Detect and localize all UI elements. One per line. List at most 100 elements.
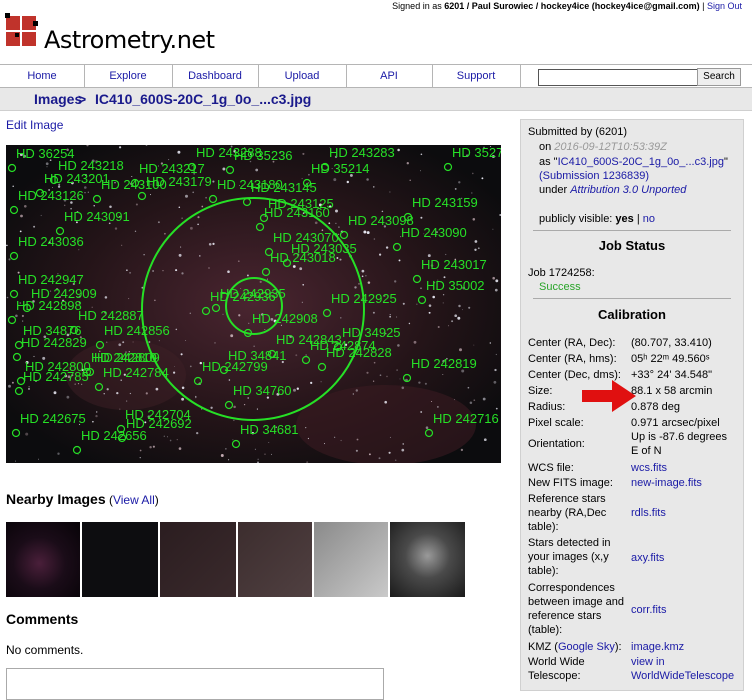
cal-value: +33° 24' 34.548"	[631, 369, 713, 381]
nav-explore[interactable]: Explore	[84, 65, 173, 87]
star	[19, 230, 22, 233]
submission-link[interactable]: (Submission 1236839)	[539, 169, 649, 183]
star	[363, 230, 367, 234]
star	[214, 342, 216, 344]
axy-link[interactable]: axy.fits	[631, 551, 741, 565]
star	[409, 179, 411, 182]
star	[458, 304, 461, 308]
star-label: HD 242784	[103, 365, 169, 380]
breadcrumb-file[interactable]: IC410_600S-20C_1g_0o_...c3.jpg	[95, 91, 311, 107]
visibility-no-link[interactable]: no	[643, 213, 655, 225]
wwt-link[interactable]: view in WorldWideTelescope	[631, 655, 736, 683]
submitted-as: as "IC410_600S-20C_1g_0o_...c3.jpg"	[539, 155, 739, 169]
star	[93, 205, 95, 207]
star	[296, 387, 299, 390]
star	[212, 180, 215, 183]
star	[122, 341, 125, 344]
sign-out-link[interactable]: Sign Out	[707, 1, 742, 11]
kmz-link[interactable]: image.kmz	[631, 640, 741, 654]
star	[473, 344, 475, 346]
astrometry-logo-icon[interactable]	[5, 13, 41, 49]
cal-key: World Wide Telescope:	[528, 656, 585, 682]
star	[333, 178, 337, 182]
star-label: HD 242675	[20, 411, 86, 426]
search-button[interactable]: Search	[697, 68, 741, 86]
new-fits-link[interactable]: new-image.fits	[631, 476, 741, 490]
star	[177, 150, 181, 154]
kmz-suffix: ):	[614, 641, 622, 653]
star	[379, 374, 382, 377]
star	[299, 267, 303, 271]
license-link[interactable]: Attribution 3.0 Unported	[570, 184, 686, 196]
star	[175, 328, 178, 331]
star	[185, 194, 188, 198]
job-id: Job 1724258:	[528, 267, 595, 279]
nearby-thumbnail[interactable]	[82, 522, 158, 597]
annotated-sky-image[interactable]: HD 36254HD 243288HD 243283HD 35279HD 243…	[6, 145, 501, 463]
nearby-thumbnail[interactable]	[314, 522, 388, 597]
star	[428, 304, 432, 307]
star	[340, 317, 342, 319]
star	[205, 196, 207, 199]
star	[104, 296, 108, 299]
divider	[533, 230, 731, 231]
wcs-file-link[interactable]: wcs.fits	[631, 461, 741, 475]
nav-support[interactable]: Support	[432, 65, 521, 87]
star-label: HD 243160	[264, 205, 330, 220]
star	[295, 354, 298, 357]
corr-link[interactable]: corr.fits	[631, 603, 741, 617]
job-status-title: Job Status	[598, 238, 666, 253]
star	[328, 222, 331, 225]
star	[6, 244, 8, 247]
star	[454, 399, 456, 401]
cal-key: Center (RA, hms):	[528, 353, 617, 365]
star	[420, 287, 422, 290]
breadcrumb: Images > IC410_600S-20C_1g_0o_...c3.jpg	[0, 88, 752, 111]
star	[225, 448, 227, 450]
nearby-thumbnail[interactable]	[6, 522, 80, 597]
star	[477, 247, 480, 250]
star	[271, 453, 272, 455]
search-input[interactable]	[538, 69, 714, 86]
nearby-thumbnail[interactable]	[160, 522, 236, 597]
nav-upload[interactable]: Upload	[258, 65, 347, 87]
nav-home[interactable]: Home	[0, 65, 85, 87]
star	[492, 228, 494, 230]
star	[354, 286, 357, 289]
view-all-link[interactable]: View All	[113, 493, 155, 507]
star	[314, 221, 318, 225]
star	[366, 231, 370, 235]
rdls-link[interactable]: rdls.fits	[631, 506, 741, 520]
nearby-thumbnail[interactable]	[390, 522, 465, 597]
star	[119, 146, 122, 149]
star	[431, 401, 433, 402]
star	[181, 272, 184, 275]
nav-api[interactable]: API	[346, 65, 433, 87]
star	[173, 365, 175, 367]
star	[494, 368, 497, 372]
breadcrumb-images[interactable]: Images	[34, 91, 82, 107]
as-label: as "	[539, 156, 558, 168]
star	[442, 374, 444, 375]
star	[448, 325, 450, 327]
license-line: under Attribution 3.0 Unported	[539, 183, 686, 197]
star	[129, 392, 132, 395]
comment-textarea[interactable]	[6, 668, 384, 700]
google-sky-link[interactable]: Google Sky	[558, 641, 615, 653]
star	[155, 387, 159, 391]
star	[307, 437, 309, 440]
star-label: HD 242819	[411, 356, 477, 371]
submitted-file-link[interactable]: IC410_600S-20C_1g_0o_...c3.jpg	[558, 156, 724, 168]
edit-image-link[interactable]: Edit Image	[6, 118, 63, 132]
star	[432, 295, 436, 299]
star	[162, 270, 164, 272]
nav-dashboard[interactable]: Dashboard	[172, 65, 259, 87]
star	[119, 408, 121, 410]
star	[416, 303, 418, 305]
star	[257, 461, 259, 463]
star	[397, 148, 400, 152]
submitter: (6201)	[595, 126, 628, 138]
logo-text[interactable]: Astrometry.net	[44, 26, 215, 54]
star	[210, 406, 213, 409]
nearby-thumbnail[interactable]	[238, 522, 312, 597]
